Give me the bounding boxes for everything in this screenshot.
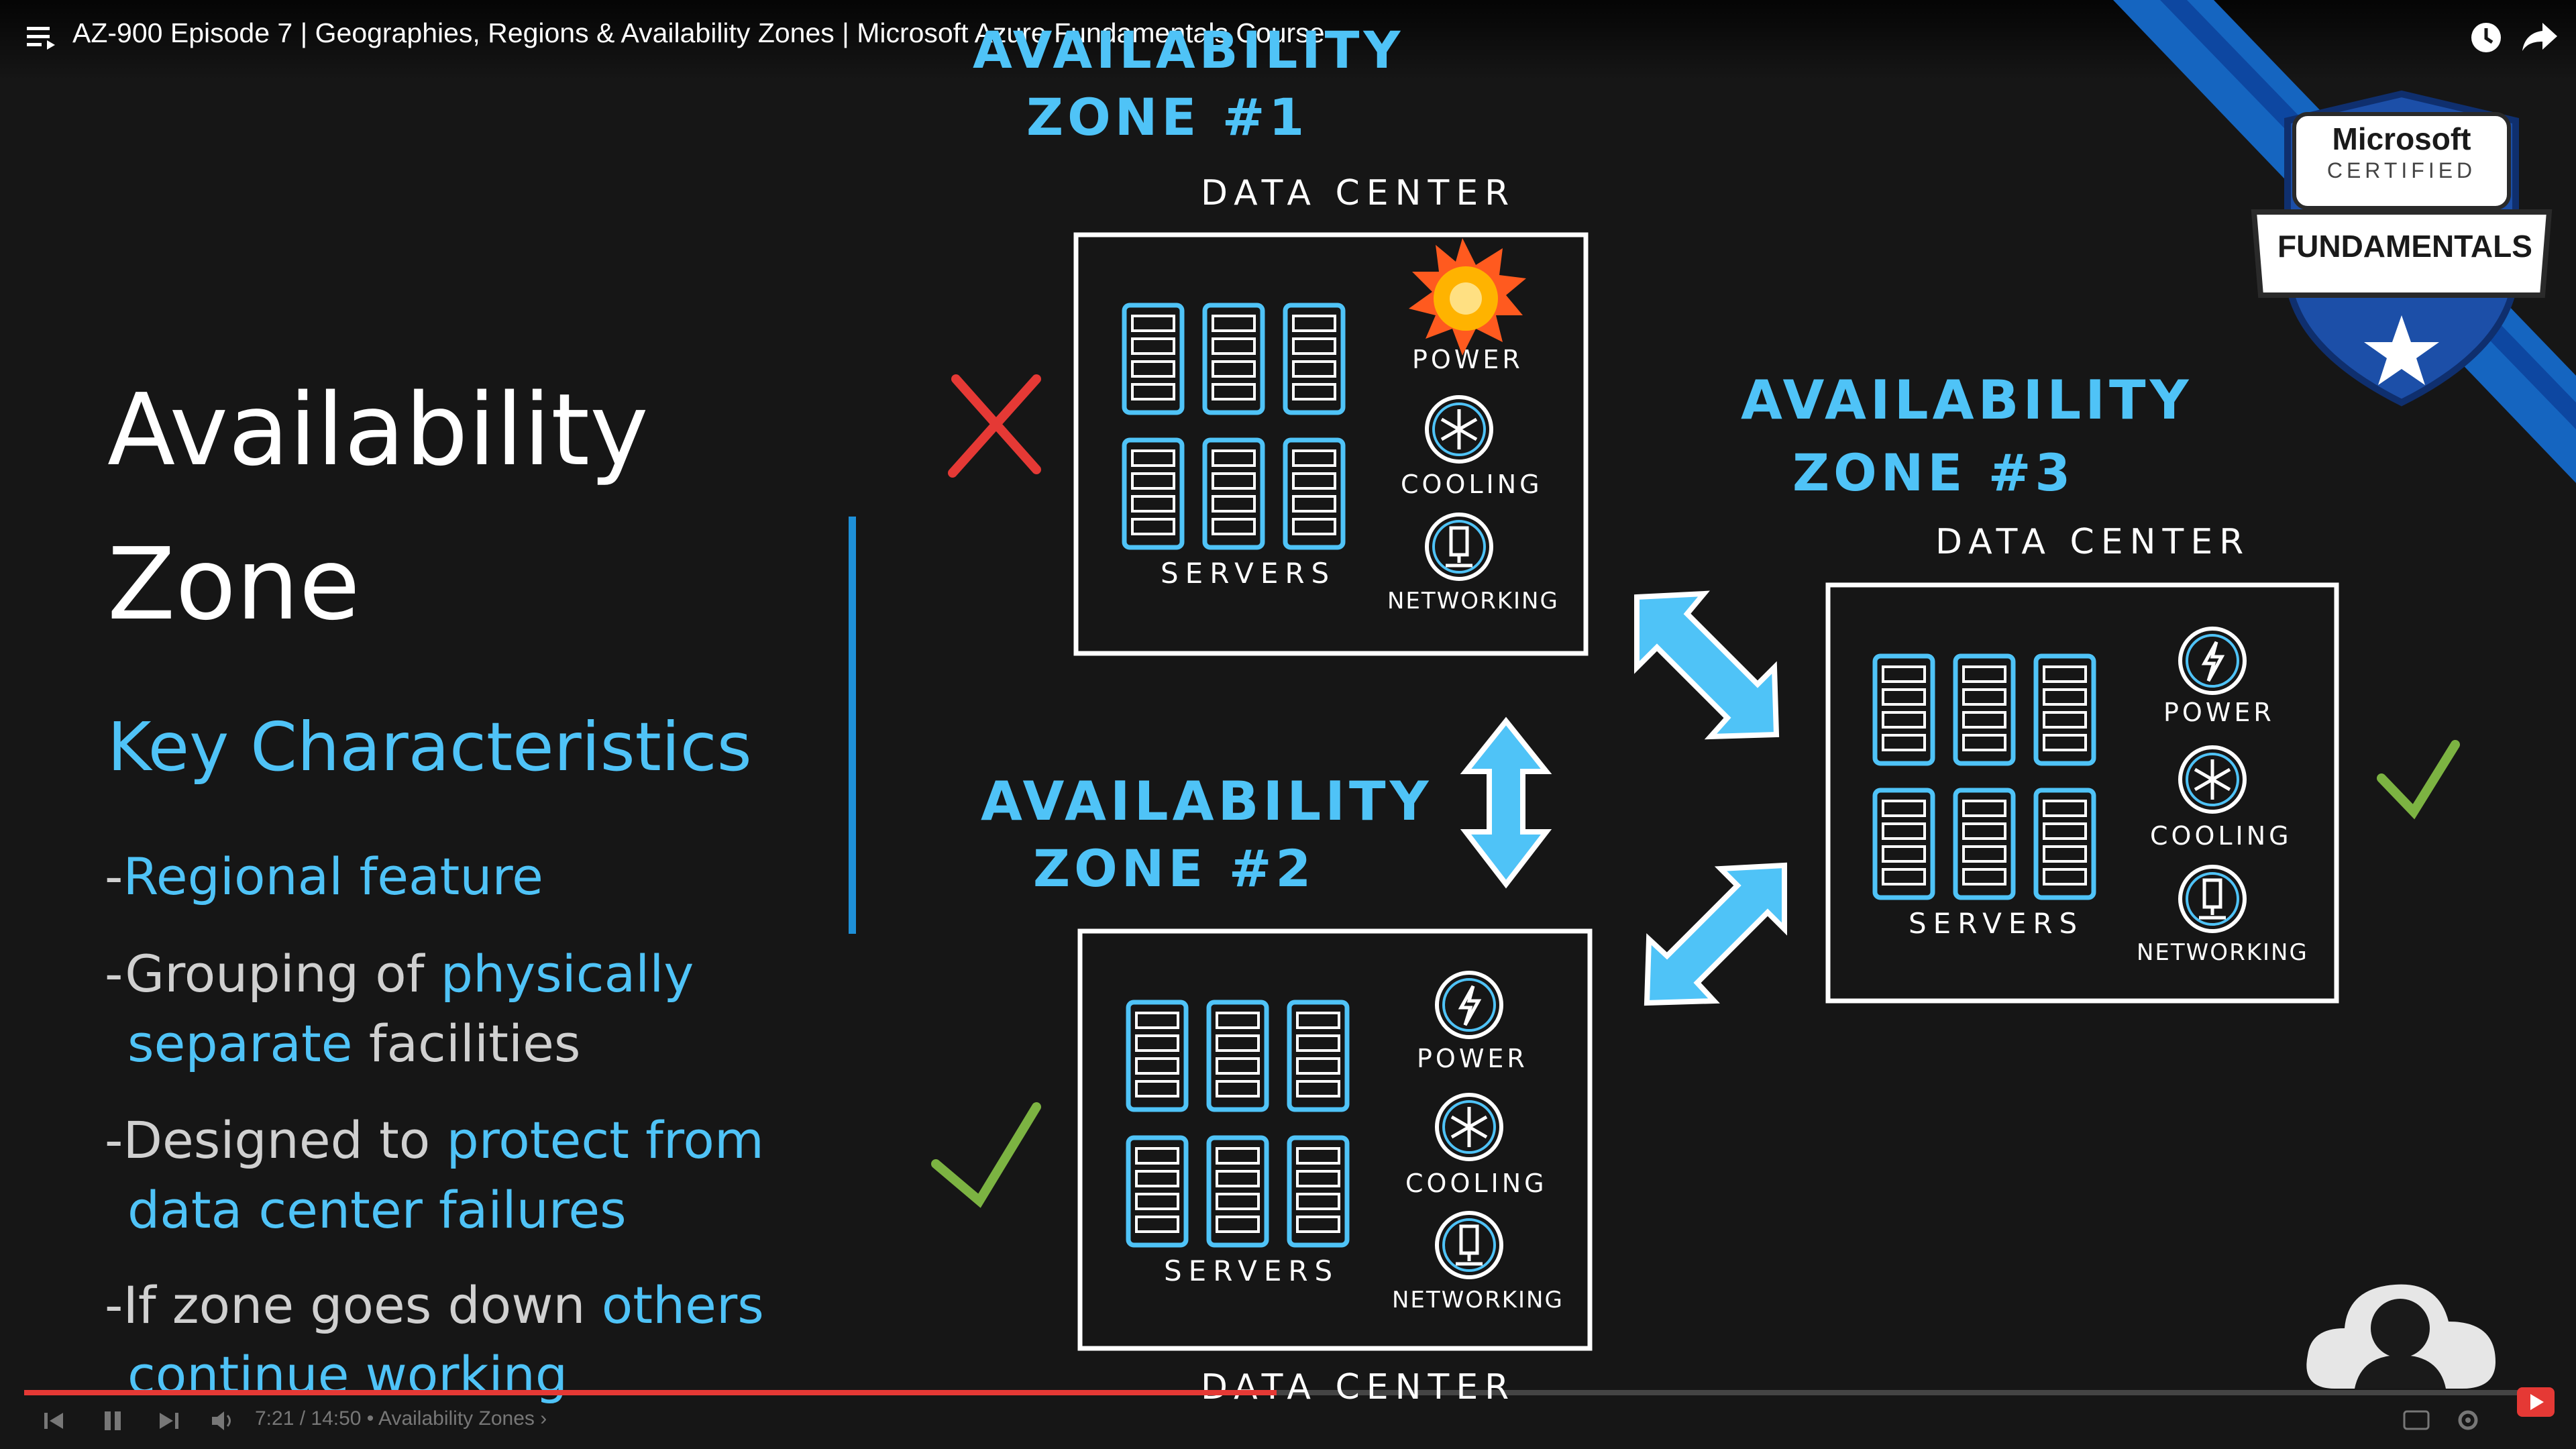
zone1-cooling-icon xyxy=(1427,397,1491,462)
zone3-cooling-label: COOLING xyxy=(2150,821,2292,851)
zone2-networking-icon xyxy=(1437,1213,1501,1277)
zone1-label-top: AVAILABILITY xyxy=(973,20,1405,80)
zone1-servers-label: SERVERS xyxy=(1161,557,1336,590)
zone2-power-label: POWER xyxy=(1417,1044,1528,1073)
zone2-power-icon xyxy=(1437,973,1501,1037)
failure-x-icon xyxy=(948,374,1041,478)
zone2-networking-label: NETWORKING xyxy=(1392,1287,1564,1313)
zone1-power-label: POWER xyxy=(1412,345,1523,374)
youtube-logo-icon[interactable] xyxy=(2516,1386,2556,1424)
zone1-networking-label: NETWORKING xyxy=(1387,588,1559,614)
zone3-label-top: AVAILABILITY xyxy=(1741,369,2193,431)
zone3-ok-check-icon xyxy=(2377,740,2460,820)
vertical-double-arrow-icon xyxy=(1460,716,1552,889)
zone2-label-top: AVAILABILITY xyxy=(981,770,1433,833)
captions-icon[interactable] xyxy=(2403,1409,2430,1432)
zone3-networking-icon xyxy=(2180,867,2245,931)
zone3-networking-label: NETWORKING xyxy=(2137,939,2308,966)
zone3-server-racks xyxy=(1875,656,2094,898)
zone2-cooling-icon xyxy=(1437,1095,1501,1159)
zone3-power-icon xyxy=(2180,629,2245,693)
settings-gear-icon[interactable] xyxy=(2455,1407,2481,1433)
channel-avatar-icon[interactable] xyxy=(2294,1248,2509,1409)
zone1-datacenter-label: DATA CENTER xyxy=(1201,173,1516,213)
zone1-cooling-label: COOLING xyxy=(1401,470,1543,499)
zone1-networking-icon xyxy=(1427,515,1491,579)
diagonal-arrow-zone2-zone3-icon xyxy=(1644,862,1787,1006)
volume-icon[interactable] xyxy=(209,1409,236,1433)
zone2-servers-label: SERVERS xyxy=(1164,1254,1340,1287)
zone3-cooling-icon xyxy=(2180,747,2245,812)
zone1-label-bottom: ZONE #1 xyxy=(1026,87,1309,147)
next-icon[interactable] xyxy=(157,1409,181,1433)
zone3-power-label: POWER xyxy=(2163,698,2275,727)
progress-fill xyxy=(24,1390,1277,1395)
zone3-label-bottom: ZONE #3 xyxy=(1792,443,2075,502)
zone2-label-bottom: ZONE #2 xyxy=(1033,839,1316,898)
previous-icon[interactable] xyxy=(42,1409,66,1433)
zone2-ok-check-icon xyxy=(931,1102,1041,1208)
zone2-datacenter-label: DATA CENTER xyxy=(1201,1367,1516,1407)
zone3-servers-label: SERVERS xyxy=(1909,907,2084,940)
zone2-server-racks xyxy=(1128,1002,1347,1245)
zone1-server-racks xyxy=(1124,305,1343,547)
explosion-icon xyxy=(1409,238,1526,356)
zone2-cooling-label: COOLING xyxy=(1405,1169,1548,1198)
pause-icon[interactable] xyxy=(101,1409,125,1433)
diagonal-arrow-zone1-zone3-icon xyxy=(1634,590,1780,740)
zone3-datacenter-label: DATA CENTER xyxy=(1935,522,2251,562)
time-display[interactable]: 7:21 / 14:50 • Availability Zones › xyxy=(255,1407,547,1430)
